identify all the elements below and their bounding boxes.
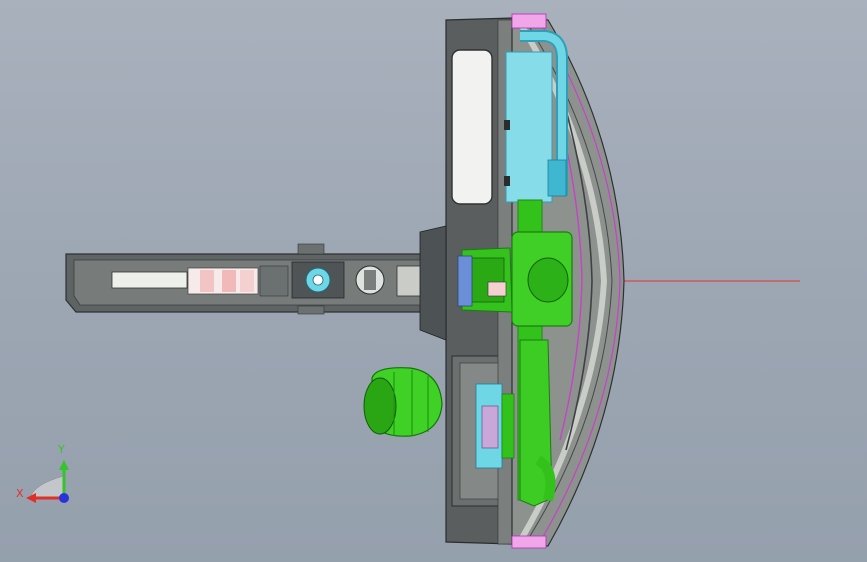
coordinate-triad xyxy=(26,460,69,503)
cad-model-scene[interactable] xyxy=(0,0,867,562)
handle-arm[interactable] xyxy=(65,243,451,315)
green-motor[interactable] xyxy=(363,367,443,437)
axis-z-icon xyxy=(59,493,69,503)
cad-viewport[interactable]: X Y xyxy=(0,0,867,562)
cyan-module[interactable] xyxy=(504,30,568,203)
axis-x-label: X xyxy=(16,487,24,500)
axis-y-label: Y xyxy=(58,443,65,456)
